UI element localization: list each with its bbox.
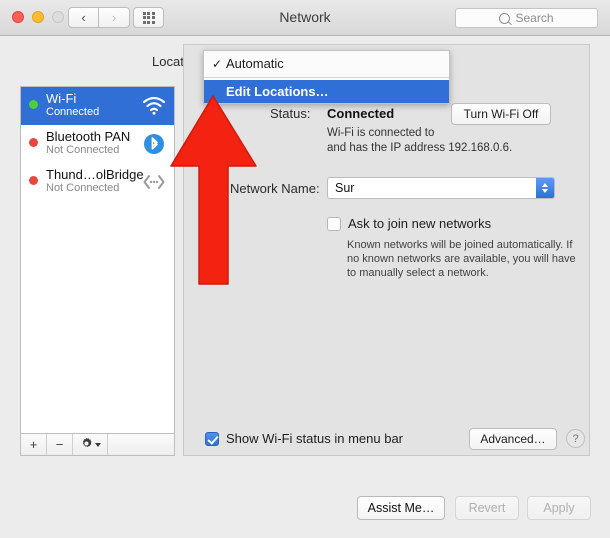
apply-button[interactable]: Apply <box>527 496 591 520</box>
menu-item-label: Automatic <box>226 56 284 71</box>
network-name-value: Sur <box>335 181 355 195</box>
show-status-row[interactable]: Show Wi-Fi status in menu bar <box>205 431 403 446</box>
menu-separator <box>204 77 449 78</box>
ask-join-help-text: Known networks will be joined automatica… <box>347 239 576 279</box>
menu-item-edit-locations[interactable]: Edit Locations… <box>204 80 449 103</box>
list-item-bluetooth-pan[interactable]: Bluetooth PAN Not Connected <box>21 125 174 163</box>
status-description-line-2: and has the IP address 192.168.0.6. <box>327 142 513 154</box>
revert-button[interactable]: Revert <box>455 496 519 520</box>
status-dot-disconnected <box>29 138 38 147</box>
gear-icon <box>80 437 93 453</box>
search-input[interactable]: Search <box>455 8 598 28</box>
help-button[interactable]: ? <box>566 429 585 448</box>
list-item-thunderbolt-bridge[interactable]: Thund…olBridge Not Connected <box>21 163 174 201</box>
add-service-button[interactable]: + <box>21 434 47 455</box>
window-titlebar: ‹ › Network Search <box>0 0 610 36</box>
wifi-icon <box>142 95 166 117</box>
list-item-wifi[interactable]: Wi-Fi Connected <box>21 87 174 125</box>
status-dot-connected <box>29 100 38 109</box>
location-dropdown-menu: ✓ Automatic Edit Locations… <box>203 50 450 104</box>
service-list-toolbar: + − <box>20 434 175 456</box>
status-dot-disconnected <box>29 176 38 185</box>
network-name-combobox[interactable]: Sur <box>327 177 555 199</box>
detail-bottom-row: Show Wi-Fi status in menu bar Advanced… … <box>205 428 585 450</box>
network-services-list[interactable]: Wi-Fi Connected Bluetooth PAN Not Connec… <box>20 86 175 434</box>
assist-me-button[interactable]: Assist Me… <box>357 496 445 520</box>
search-placeholder: Search <box>515 11 554 25</box>
network-name-label: Network Name: <box>230 181 320 196</box>
status-description-line-1: Wi-Fi is connected to <box>327 127 435 139</box>
ask-join-checkbox[interactable] <box>327 216 341 231</box>
advanced-button[interactable]: Advanced… <box>469 428 557 450</box>
menu-item-label: Edit Locations… <box>226 84 329 99</box>
search-icon <box>499 12 511 24</box>
service-actions-button[interactable] <box>73 434 108 455</box>
thunderbolt-bridge-icon <box>142 171 166 193</box>
chevron-updown-icon[interactable] <box>536 178 554 198</box>
chevron-down-icon <box>94 442 101 447</box>
turn-wifi-off-button[interactable]: Turn Wi-Fi Off <box>451 103 551 125</box>
remove-service-button[interactable]: − <box>47 434 73 455</box>
network-preferences-window: ‹ › Network Search Location: ✓ Automatic <box>0 0 610 538</box>
ask-join-row[interactable]: Ask to join new networks <box>327 216 491 231</box>
checkmark-icon: ✓ <box>212 56 223 71</box>
ask-join-label: Ask to join new networks <box>348 216 492 231</box>
bluetooth-icon <box>142 133 166 155</box>
menu-item-automatic[interactable]: ✓ Automatic <box>204 52 449 75</box>
show-status-label: Show Wi-Fi status in menu bar <box>226 431 404 446</box>
window-footer: Assist Me… Revert Apply <box>0 490 610 538</box>
show-status-checkbox[interactable] <box>205 431 219 446</box>
status-description: Wi-Fi is connected to and has the IP add… <box>327 126 577 156</box>
status-value: Connected <box>327 106 395 121</box>
status-label: Status: <box>270 106 311 121</box>
